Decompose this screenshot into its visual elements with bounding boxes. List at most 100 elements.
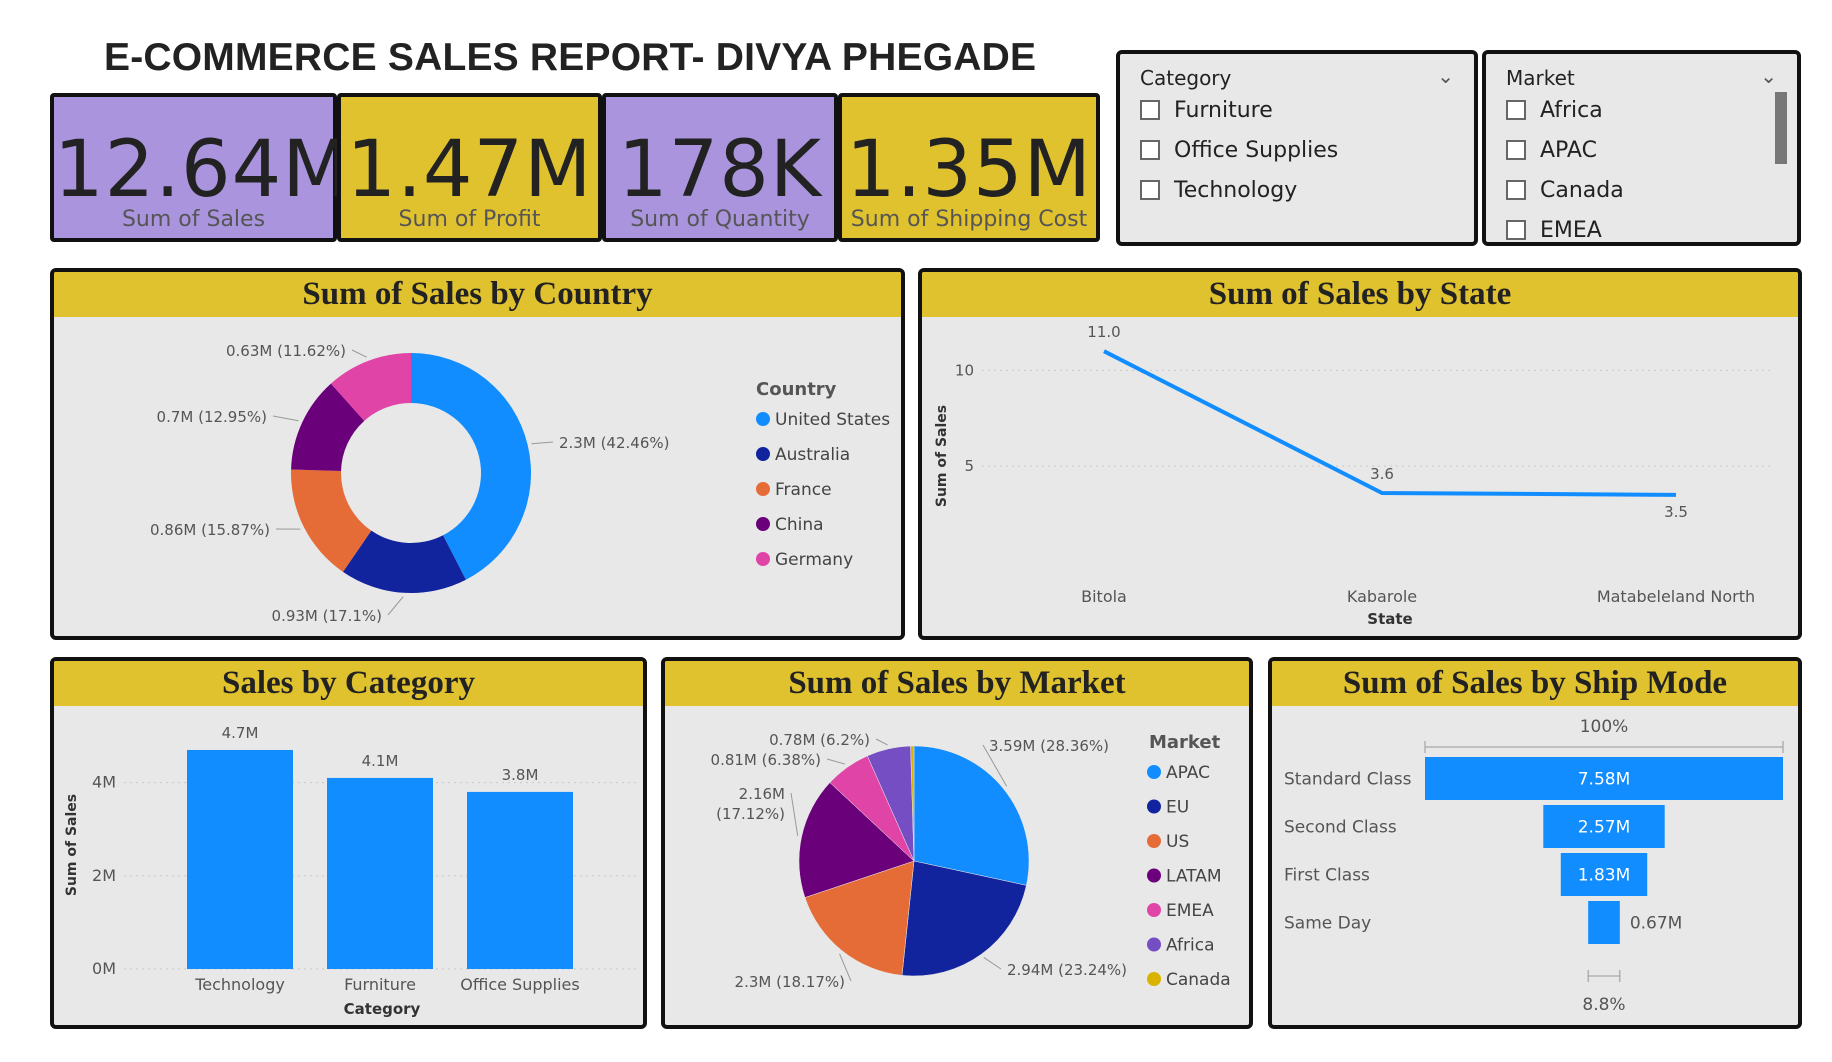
chevron-down-icon[interactable]: ⌄ (1437, 64, 1454, 88)
slicer-option-office-supplies[interactable]: Office Supplies (1140, 138, 1338, 163)
data-label: 0.93M (17.1%) (272, 607, 382, 625)
data-label: 2.3M (18.17%) (735, 973, 845, 991)
data-label: 0.63M (11.62%) (226, 342, 346, 360)
data-label: 7.58M (1578, 770, 1631, 790)
bar-furniture[interactable] (327, 777, 433, 969)
leader-line (826, 758, 846, 765)
data-label: 2.3M (42.46%) (559, 434, 669, 452)
data-label: 3.59M (28.36%) (989, 737, 1109, 755)
data-label: 0.86M (15.87%) (150, 521, 270, 539)
funnel-chart-ship-mode: 100% 8.8% Standard Class 7.58M Second Clas… (1284, 717, 1784, 1015)
kpi-label: Sum of Shipping Cost (850, 207, 1088, 232)
leader-line (351, 349, 367, 358)
legend-item[interactable]: Africa (1166, 936, 1215, 956)
legend-item[interactable]: APAC (1166, 763, 1210, 783)
kpi-label: Sum of Sales (121, 207, 266, 232)
panel-sales-by-country: Sum of Sales by Country Country 2.3M (42… (50, 268, 905, 640)
checkbox[interactable] (1506, 220, 1526, 240)
slicer-header: Market (1506, 66, 1575, 90)
x-axis-title: Category (344, 1000, 421, 1018)
checkbox[interactable] (1506, 180, 1526, 200)
data-label: 2.57M (1578, 818, 1631, 838)
leader-line (790, 792, 799, 836)
line-chart-state: State Sum of Sales 5 10 11.0 Bitola 3.6 Kabar… (934, 323, 1772, 628)
data-label: 3.8M (502, 766, 539, 784)
x-tick-label: Furniture (344, 975, 416, 994)
legend-marker (1147, 903, 1161, 917)
slicer-option-africa[interactable]: Africa (1506, 98, 1603, 123)
legend-marker (756, 412, 770, 426)
legend-marker (756, 552, 770, 566)
checkbox[interactable] (1140, 100, 1160, 120)
kpi-card-shipping-cost[interactable]: 1.35M Sum of Shipping Cost (838, 93, 1100, 242)
x-tick-label: Office Supplies (460, 975, 579, 994)
data-label: 2.94M (23.24%) (1007, 961, 1127, 979)
bar-technology[interactable] (187, 749, 293, 969)
kpi-card-sales[interactable]: 12.64M Sum of Sales (50, 93, 351, 242)
leader-line (875, 738, 888, 746)
slicer-option-apac[interactable]: APAC (1506, 138, 1597, 163)
y-axis-title: Sum of Sales (64, 794, 80, 896)
y-tick-label: 4M (92, 773, 116, 792)
pie-chart-market: Market 3.59M (28.36%) 2.94M (23.24%) 2.3M … (711, 731, 1231, 991)
donut-chart-country: Country 2.3M (42.46%) 0.93M (17.1%) 0.86M … (150, 342, 890, 625)
bar-office-supplies[interactable] (467, 791, 573, 969)
bar-chart-category: Category Sum of Sales 0M 2M 4M 4.7M Technolo… (64, 724, 639, 1018)
data-label: 0.81M (6.38%) (711, 751, 821, 769)
legend-item[interactable]: EU (1166, 798, 1189, 818)
kpi-card-profit[interactable]: 1.47M Sum of Profit (337, 93, 602, 242)
funnel-bar-same-day[interactable] (1588, 901, 1620, 944)
legend-item[interactable]: United States (775, 410, 890, 430)
checkbox[interactable] (1506, 100, 1526, 120)
legend-marker (1147, 937, 1161, 952)
legend-item[interactable]: China (775, 515, 824, 535)
slicer-option-technology[interactable]: Technology (1140, 178, 1297, 203)
funnel-category-label: Second Class (1284, 818, 1397, 838)
data-label: 2.16M (739, 785, 785, 803)
leader-line (387, 596, 404, 616)
legend-item[interactable]: France (775, 480, 832, 500)
chevron-down-icon[interactable]: ⌄ (1760, 64, 1777, 88)
panel-sales-by-market: Sum of Sales by Market Market 3.59M (28.… (661, 657, 1253, 1029)
checkbox[interactable] (1140, 180, 1160, 200)
data-label: 3.6 (1370, 465, 1394, 483)
legend-item[interactable]: Australia (775, 445, 850, 465)
legend-marker (756, 447, 770, 461)
slicer-option-emea[interactable]: EMEA (1506, 218, 1602, 242)
legend-title: Market (1149, 732, 1221, 753)
legend-marker (756, 517, 770, 531)
data-label: 11.0 (1087, 323, 1120, 341)
slicer-option-furniture[interactable]: Furniture (1140, 98, 1273, 123)
scrollbar[interactable] (1775, 92, 1787, 164)
x-tick-label: Technology (194, 975, 285, 994)
market-slicer[interactable]: Market ⌄ Africa APAC Canada EMEA (1482, 50, 1801, 246)
pie-slice-apac[interactable] (913, 745, 1030, 886)
legend-item[interactable]: Canada (1166, 970, 1231, 990)
kpi-value: 1.35M (846, 125, 1092, 215)
legend-item[interactable]: Germany (775, 550, 853, 570)
y-tick-label: 0M (92, 959, 116, 978)
panel-sales-by-category: Sales by Category Category Sum of Sales … (50, 657, 647, 1029)
y-axis-title: Sum of Sales (934, 405, 950, 507)
panel-sales-by-state: Sum of Sales by State State Sum of Sales… (918, 268, 1802, 640)
kpi-card-quantity[interactable]: 178K Sum of Quantity (602, 93, 838, 242)
legend-item[interactable]: LATAM (1166, 867, 1222, 887)
checkbox[interactable] (1506, 140, 1526, 160)
legend-title: Country (756, 379, 837, 400)
data-label: 4.7M (222, 724, 259, 742)
funnel-top-label: 100% (1580, 717, 1629, 737)
legend-item[interactable]: EMEA (1166, 901, 1214, 921)
panel-sales-by-ship-mode: Sum of Sales by Ship Mode 100% 8.8% Stan… (1268, 657, 1802, 1029)
checkbox[interactable] (1140, 140, 1160, 160)
x-tick-label: Kabarole (1347, 587, 1417, 606)
category-slicer[interactable]: Category ⌄ Furniture Office Supplies Tec… (1116, 50, 1478, 246)
data-label: 0.7M (12.95%) (157, 408, 267, 426)
kpi-value: 12.64M (54, 125, 351, 215)
y-tick-label: 10 (955, 361, 974, 379)
data-label: 3.5 (1664, 503, 1688, 521)
x-axis-title: State (1367, 610, 1412, 628)
slicer-option-canada[interactable]: Canada (1506, 178, 1624, 203)
legend-item[interactable]: US (1166, 832, 1189, 852)
legend-marker (1147, 799, 1161, 814)
y-tick-label: 5 (964, 457, 974, 475)
